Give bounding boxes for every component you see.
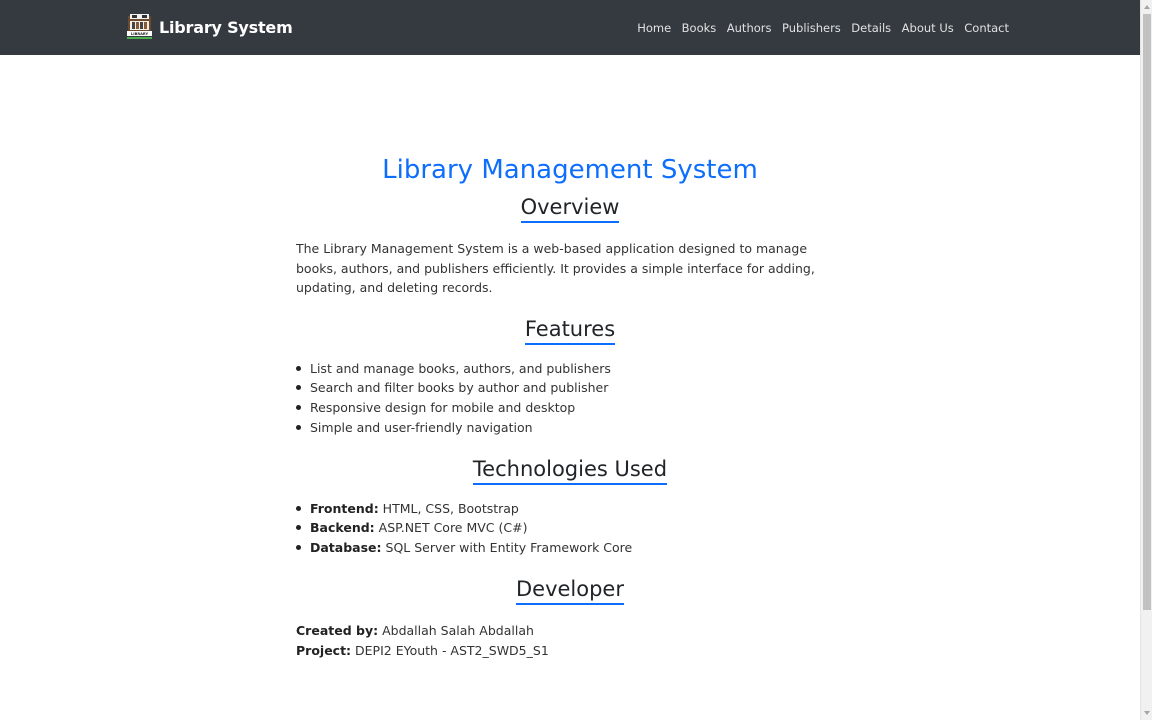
scroll-up-arrow-icon[interactable]	[1144, 5, 1150, 9]
svg-text:LIBRARY: LIBRARY	[131, 32, 148, 36]
tech-label: Database:	[310, 540, 382, 555]
tech-value: HTML, CSS, Bootstrap	[378, 500, 519, 516]
list-item: List and manage books, authors, and publ…	[296, 359, 844, 379]
navbar-brand[interactable]: LIBRARY Library System	[126, 13, 293, 41]
nav-link-authors[interactable]: Authors	[727, 21, 772, 35]
nav-link-contact[interactable]: Contact	[964, 21, 1009, 35]
list-item: Search and filter books by author and pu…	[296, 378, 844, 398]
top-navbar: LIBRARY Library System Home Books Author…	[0, 0, 1140, 55]
tech-value: SQL Server with Entity Framework Core	[381, 540, 633, 555]
technologies-heading: Technologies Used	[472, 456, 668, 485]
features-list: List and manage books, authors, and publ…	[296, 359, 844, 438]
features-heading: Features	[524, 316, 616, 345]
developer-heading: Developer	[515, 576, 624, 605]
created-by-line: Created by: Abdallah Salah Abdallah	[296, 621, 844, 641]
nav-link-home[interactable]: Home	[637, 21, 671, 35]
project-label: Project:	[296, 642, 352, 658]
tech-label: Backend:	[310, 520, 375, 536]
developer-section: Developer Created by: Abdallah Salah Abd…	[296, 576, 844, 661]
scroll-down-arrow-icon[interactable]	[1144, 711, 1150, 715]
project-value: DEPI2 EYouth - AST2_SWD5_S1	[351, 642, 549, 658]
overview-section: Overview The Library Management System i…	[296, 194, 844, 298]
created-by-label: Created by:	[296, 622, 379, 638]
list-item: Database: SQL Server with Entity Framewo…	[296, 538, 844, 558]
library-logo-icon: LIBRARY	[127, 14, 152, 39]
scrollbar-thumb[interactable]	[1143, 14, 1151, 610]
list-item: Backend: ASP.NET Core MVC (C#)	[296, 518, 844, 538]
technologies-section: Technologies Used Frontend: HTML, CSS, B…	[296, 456, 844, 558]
nav-menu: Home Books Authors Publishers Details Ab…	[627, 0, 1009, 55]
main-content: Library Management System Overview The L…	[296, 150, 844, 661]
page-title: Library Management System	[382, 155, 758, 185]
list-item: Frontend: HTML, CSS, Bootstrap	[296, 499, 844, 519]
created-by-value: Abdallah Salah Abdallah	[378, 622, 534, 638]
tech-label: Frontend:	[310, 500, 379, 516]
nav-link-publishers[interactable]: Publishers	[782, 21, 841, 35]
overview-heading: Overview	[520, 194, 620, 223]
list-item: Responsive design for mobile and desktop	[296, 398, 844, 418]
vertical-scrollbar[interactable]	[1140, 0, 1152, 720]
project-line: Project: DEPI2 EYouth - AST2_SWD5_S1	[296, 641, 844, 661]
list-item: Simple and user-friendly navigation	[296, 418, 844, 438]
nav-link-books[interactable]: Books	[682, 21, 717, 35]
developer-info: Created by: Abdallah Salah Abdallah Proj…	[296, 621, 844, 661]
brand-title: Library System	[159, 17, 293, 37]
nav-link-details[interactable]: Details	[851, 21, 891, 35]
features-section: Features List and manage books, authors,…	[296, 316, 844, 438]
nav-link-about-us[interactable]: About Us	[902, 21, 954, 35]
technologies-list: Frontend: HTML, CSS, Bootstrap Backend: …	[296, 499, 844, 558]
overview-text: The Library Management System is a web-b…	[296, 241, 815, 296]
tech-value: ASP.NET Core MVC (C#)	[374, 520, 528, 536]
